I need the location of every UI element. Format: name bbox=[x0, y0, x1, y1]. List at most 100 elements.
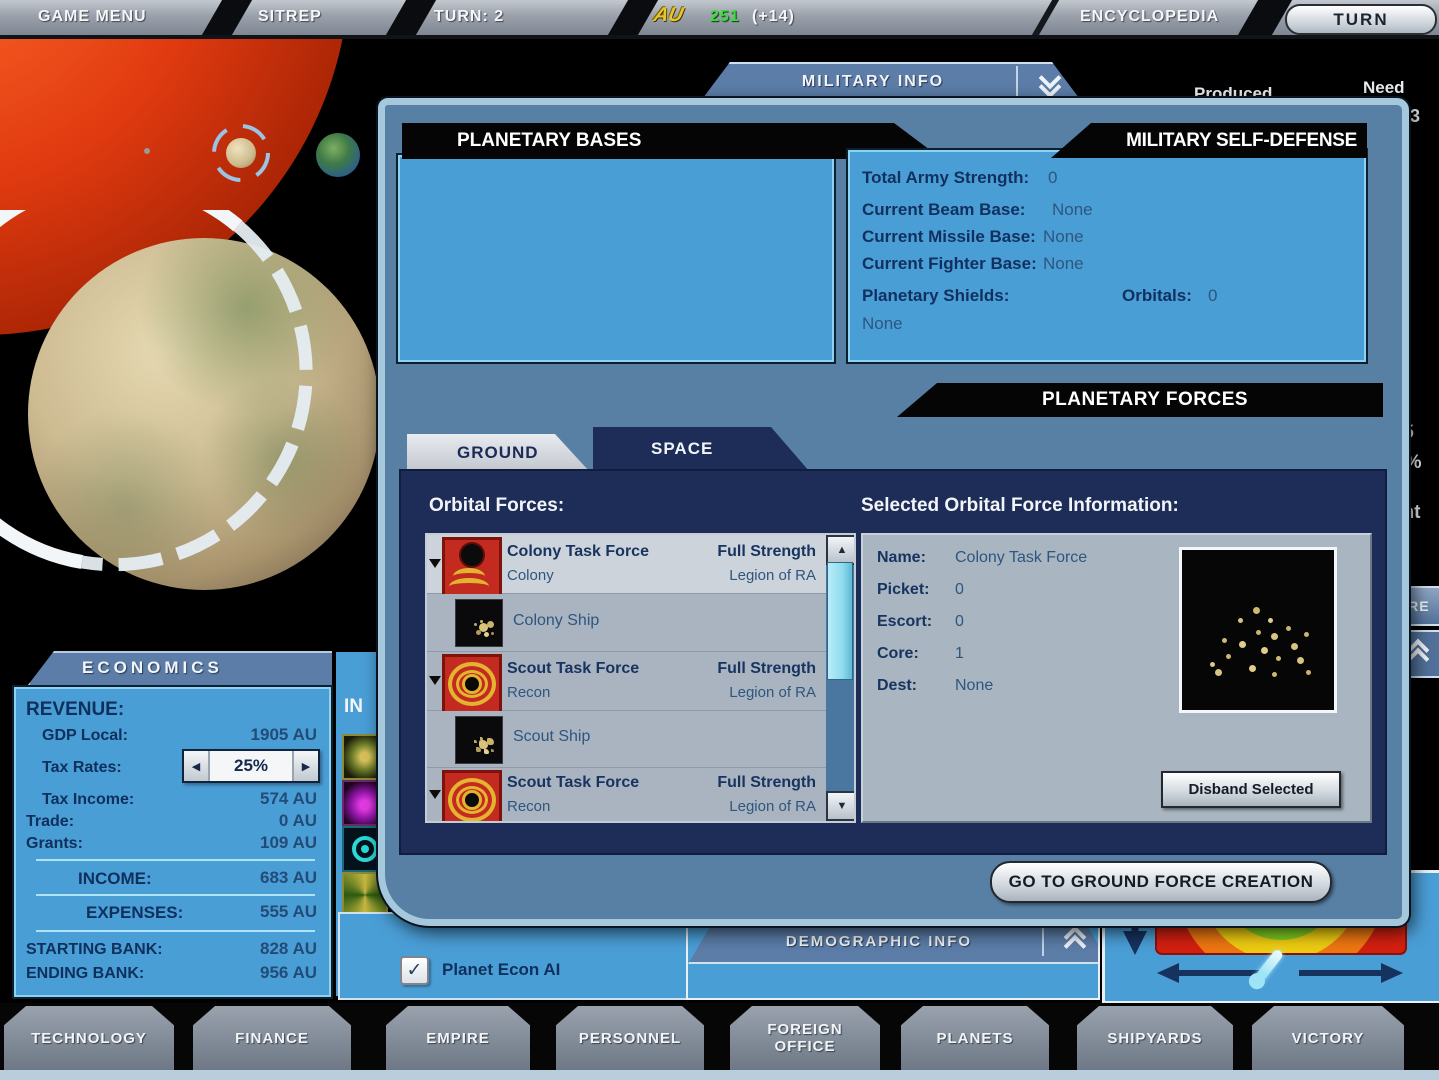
demographic-header[interactable]: DEMOGRAPHIC INFO bbox=[688, 920, 1098, 964]
fighter-base-value: None bbox=[1043, 254, 1084, 274]
tab-planets[interactable]: PLANETS bbox=[901, 1006, 1049, 1070]
demographic-title: DEMOGRAPHIC INFO bbox=[688, 933, 1042, 950]
fighter-base-label: Current Fighter Base: bbox=[862, 254, 1037, 274]
tab-label: VICTORY bbox=[1292, 1030, 1365, 1047]
tab-label: FOREIGN OFFICE bbox=[759, 1021, 851, 1055]
planetary-forces-panel: Orbital Forces: Selected Orbital Force I… bbox=[399, 469, 1387, 855]
bar-slash bbox=[1032, 0, 1059, 35]
list-scrollbar[interactable]: ▲ ▼ bbox=[826, 535, 854, 817]
ground-force-creation-button[interactable]: GO TO GROUND FORCE CREATION bbox=[990, 861, 1332, 903]
planetary-forces-title: PLANETARY FORCES bbox=[897, 389, 1383, 411]
game-menu-button[interactable]: GAME MENU bbox=[38, 8, 147, 26]
planet-econ-ai-checkbox[interactable]: ✓ bbox=[400, 956, 429, 985]
demographic-panel: DEMOGRAPHIC INFO bbox=[686, 918, 1100, 1000]
tax-rate-field[interactable]: 25% bbox=[208, 751, 294, 781]
encyclopedia-button[interactable]: ENCYCLOPEDIA bbox=[1080, 8, 1219, 26]
bar-divider bbox=[608, 0, 658, 35]
scroll-up-button[interactable]: ▲ bbox=[826, 535, 856, 565]
tab-label: EMPIRE bbox=[426, 1030, 490, 1047]
self-defense-banner: MILITARY SELF-DEFENSE bbox=[1051, 123, 1367, 158]
disband-selected-button[interactable]: Disband Selected bbox=[1161, 771, 1341, 808]
infrastructure-label-fragment: IN bbox=[344, 696, 363, 718]
tax-rate-increase-button[interactable]: ▶ bbox=[294, 751, 318, 781]
checkmark-icon: ✓ bbox=[407, 961, 423, 980]
army-strength-label: Total Army Strength: bbox=[862, 168, 1029, 188]
gdp-local-value: 1905 AU bbox=[251, 725, 317, 745]
tax-rate-spinner: ◀ 25% ▶ bbox=[182, 749, 320, 783]
escort-value: 0 bbox=[955, 613, 964, 631]
task-force-name: Scout Task Force bbox=[507, 660, 639, 678]
orbitals-label: Orbitals: bbox=[1122, 286, 1192, 306]
tab-label: FINANCE bbox=[235, 1030, 309, 1047]
ground-force-creation-label: GO TO GROUND FORCE CREATION bbox=[1009, 872, 1314, 892]
list-item[interactable]: Colony Task Force Colony Full Strength L… bbox=[427, 535, 826, 594]
need-column-header: Need bbox=[1363, 78, 1405, 98]
name-label: Name: bbox=[877, 549, 926, 567]
planetary-shields-label: Planetary Shields: bbox=[862, 286, 1009, 306]
expenses-value: 555 AU bbox=[260, 902, 317, 922]
expand-arrow-icon[interactable] bbox=[429, 790, 441, 799]
ship-name: Colony Ship bbox=[513, 612, 599, 630]
planet-selection-ring bbox=[0, 210, 420, 630]
tax-rate-decrease-button[interactable]: ◀ bbox=[184, 751, 208, 781]
income-value: 683 AU bbox=[260, 868, 317, 888]
tab-label: PERSONNEL bbox=[579, 1030, 681, 1047]
need-value: 3 bbox=[1410, 106, 1420, 127]
list-item[interactable]: Scout Ship bbox=[427, 711, 826, 768]
task-force-preview-image bbox=[1179, 547, 1337, 713]
right-arrow-icon[interactable] bbox=[1295, 961, 1405, 985]
turn-button[interactable]: TURN bbox=[1285, 4, 1437, 35]
income-label: INCOME: bbox=[78, 869, 152, 889]
grants-label: Grants: bbox=[26, 835, 83, 853]
scout-task-force-icon bbox=[442, 654, 502, 714]
tab-personnel[interactable]: PERSONNEL bbox=[556, 1006, 704, 1070]
sitrep-button[interactable]: SITREP bbox=[258, 8, 322, 26]
tab-victory[interactable]: VICTORY bbox=[1252, 1006, 1404, 1070]
expand-arrow-icon[interactable] bbox=[429, 676, 441, 685]
divider bbox=[36, 894, 315, 896]
ship-name: Scout Ship bbox=[513, 728, 590, 746]
task-force-subtitle: Recon bbox=[507, 684, 550, 701]
beam-base-value: None bbox=[1052, 200, 1093, 220]
tab-finance[interactable]: FINANCE bbox=[193, 1006, 351, 1070]
game-screen: Produced Need 3 20 /5 6% ent URE IN ECON… bbox=[0, 0, 1439, 1080]
planet-econ-ai-label: Planet Econ AI bbox=[442, 960, 560, 980]
demographic-collapse-button[interactable] bbox=[1052, 929, 1098, 954]
task-force-owner: Legion of RA bbox=[729, 684, 816, 701]
bar-divider bbox=[1238, 0, 1292, 35]
tab-shipyards[interactable]: SHIPYARDS bbox=[1077, 1006, 1233, 1070]
list-item[interactable]: Scout Task Force Recon Full Strength Leg… bbox=[427, 652, 826, 711]
expand-arrow-icon[interactable] bbox=[429, 559, 441, 568]
planetary-bases-title: PLANETARY BASES bbox=[402, 130, 641, 152]
tax-income-value: 574 AU bbox=[260, 789, 317, 809]
tab-foreign-office[interactable]: FOREIGN OFFICE bbox=[730, 1006, 880, 1070]
orbital-forces-label: Orbital Forces: bbox=[429, 495, 564, 517]
tab-space[interactable]: SPACE bbox=[593, 427, 809, 471]
economics-header: ECONOMICS bbox=[28, 651, 332, 685]
missile-base-label: Current Missile Base: bbox=[862, 227, 1036, 247]
military-dialog: PLANETARY BASES Total Army Strength: 0 C… bbox=[378, 98, 1409, 926]
gdp-local-label: GDP Local: bbox=[42, 727, 128, 745]
green-planet[interactable] bbox=[316, 133, 360, 177]
revenue-heading: REVENUE: bbox=[26, 699, 124, 721]
tab-ground[interactable]: GROUND bbox=[407, 434, 589, 471]
list-item[interactable]: Colony Ship bbox=[427, 594, 826, 652]
planetary-forces-banner: PLANETARY FORCES bbox=[897, 383, 1383, 417]
economics-panel: REVENUE: GDP Local: 1905 AU Tax Rates: ◀… bbox=[14, 687, 331, 997]
military-info-tab[interactable]: MILITARY INFO bbox=[700, 62, 1082, 102]
tab-empire[interactable]: EMPIRE bbox=[386, 1006, 530, 1070]
list-item[interactable]: Scout Task Force Recon Full Strength Leg… bbox=[427, 768, 826, 823]
tab-technology[interactable]: TECHNOLOGY bbox=[4, 1006, 174, 1070]
bar-divider bbox=[386, 0, 436, 35]
scout-task-force-icon bbox=[442, 770, 502, 823]
scroll-down-button[interactable]: ▼ bbox=[826, 791, 856, 821]
self-defense-box: Total Army Strength: 0 Current Beam Base… bbox=[848, 150, 1366, 362]
self-defense-title: MILITARY SELF-DEFENSE bbox=[1126, 130, 1367, 152]
ending-bank-value: 956 AU bbox=[260, 963, 317, 983]
tiny-planet[interactable] bbox=[144, 148, 150, 154]
beam-base-label: Current Beam Base: bbox=[862, 200, 1025, 220]
military-info-collapse-button[interactable] bbox=[1018, 70, 1082, 95]
dest-label: Dest: bbox=[877, 677, 917, 695]
scrollbar-thumb[interactable] bbox=[827, 562, 853, 680]
colony-task-force-icon bbox=[442, 537, 502, 597]
